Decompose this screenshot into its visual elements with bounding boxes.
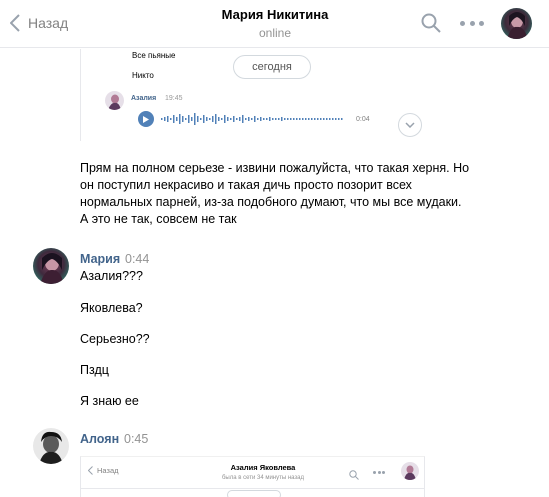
sender-name[interactable]: Алоян (80, 432, 119, 446)
online-status: online (258, 26, 292, 40)
attached-screenshot[interactable]: Все пьяные Никто сегодня Азалия 19:45 0:… (80, 49, 425, 141)
chat-title: Мария Никитина (221, 7, 329, 22)
screenshot-text-line: Никто (132, 71, 154, 80)
screenshot-text-line: Все пьяные (132, 51, 176, 60)
back-button[interactable]: Назад (10, 12, 68, 34)
avatar (105, 91, 124, 110)
message-text: Прям на полном серьезе - извини пожалуйс… (80, 161, 470, 226)
message-text: Азалия??? (80, 269, 143, 283)
divider (81, 488, 424, 489)
attached-screenshot[interactable]: Назад Азалия Яковлева была в сети 34 мин… (80, 456, 425, 497)
search-icon (349, 467, 359, 485)
avatar (401, 462, 419, 480)
screenshot-back: Назад (88, 466, 119, 475)
chevron-left-icon (88, 466, 93, 475)
avatar[interactable] (501, 8, 532, 39)
more-icon[interactable] (460, 16, 484, 30)
voice-duration: 0:04 (356, 116, 370, 123)
voice-sender-name: Азалия (131, 95, 157, 102)
more-icon (373, 471, 385, 475)
play-button[interactable] (138, 111, 154, 127)
sender-name[interactable]: Мария (80, 252, 120, 266)
date-pill: сегодня (233, 55, 311, 79)
avatar[interactable] (33, 428, 69, 464)
chevron-down-icon (405, 122, 415, 128)
message-time: 0:44 (125, 252, 150, 266)
play-icon (143, 115, 149, 123)
message-text: Пздц (80, 363, 109, 377)
scroll-down-button[interactable] (398, 113, 422, 137)
voice-waveform[interactable] (161, 112, 351, 126)
message-text: Я знаю ее (80, 394, 139, 408)
search-icon[interactable] (421, 13, 441, 38)
message-text: Серьезно?? (80, 332, 150, 346)
avatar[interactable] (33, 248, 69, 284)
screenshot-back-label: Назад (97, 466, 119, 475)
screenshot-title: Азалия Яковлева (230, 463, 296, 472)
chat-header: Назад Мария Никитина online (0, 0, 549, 48)
screenshot-status: была в сети 34 минуты назад (221, 475, 305, 481)
chat-title-block[interactable]: Мария Никитина online (180, 7, 370, 40)
chevron-left-icon (10, 14, 20, 32)
date-pill (227, 490, 281, 497)
message-text: Яковлева? (80, 301, 143, 315)
back-label: Назад (28, 15, 69, 31)
voice-time: 19:45 (165, 95, 183, 102)
message-time: 0:45 (124, 432, 149, 446)
